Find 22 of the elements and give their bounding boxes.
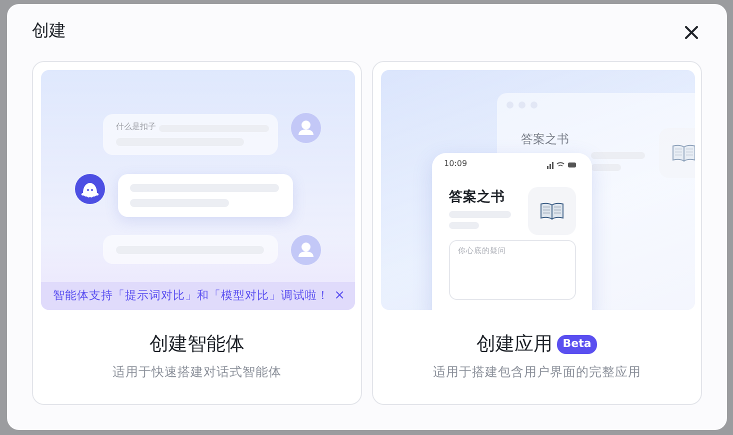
window-title: 答案之书 [521, 132, 569, 146]
dialog-title: 创建 [32, 20, 66, 44]
notice-text: 智能体支持「提示词对比」和「模型对比」调试啦！ [53, 289, 329, 303]
dismiss-button[interactable]: × [334, 288, 345, 304]
status-bar-icon [547, 161, 577, 169]
close-icon [685, 26, 698, 38]
user-avatar-icon [291, 113, 321, 143]
text-placeholder-bar [591, 152, 645, 159]
option-title: 创建智能体 [150, 332, 244, 357]
phone-time: 10:09 [444, 159, 468, 169]
beta-badge: Beta [556, 335, 598, 354]
user-avatar-icon [291, 235, 321, 265]
book-icon [528, 187, 576, 235]
book-icon [659, 128, 695, 178]
text-placeholder-bar [591, 164, 621, 171]
app-name: 答案之书 [449, 189, 505, 206]
option-title: 创建应用 [476, 332, 553, 357]
bot-avatar-icon [75, 174, 105, 204]
option-description: 适用于搭建包含用户界面的完整应用 [432, 362, 642, 380]
question-text: 什么是扣子 [116, 122, 156, 132]
option-description: 适用于快速搭建对话式智能体 [112, 362, 282, 380]
option-card[interactable]: 什么是扣子 智能体支持「提示词对比」和「模型对比」调试啦！ × 创建智能体 适用于快速搭建对话式智能体 [32, 61, 362, 405]
